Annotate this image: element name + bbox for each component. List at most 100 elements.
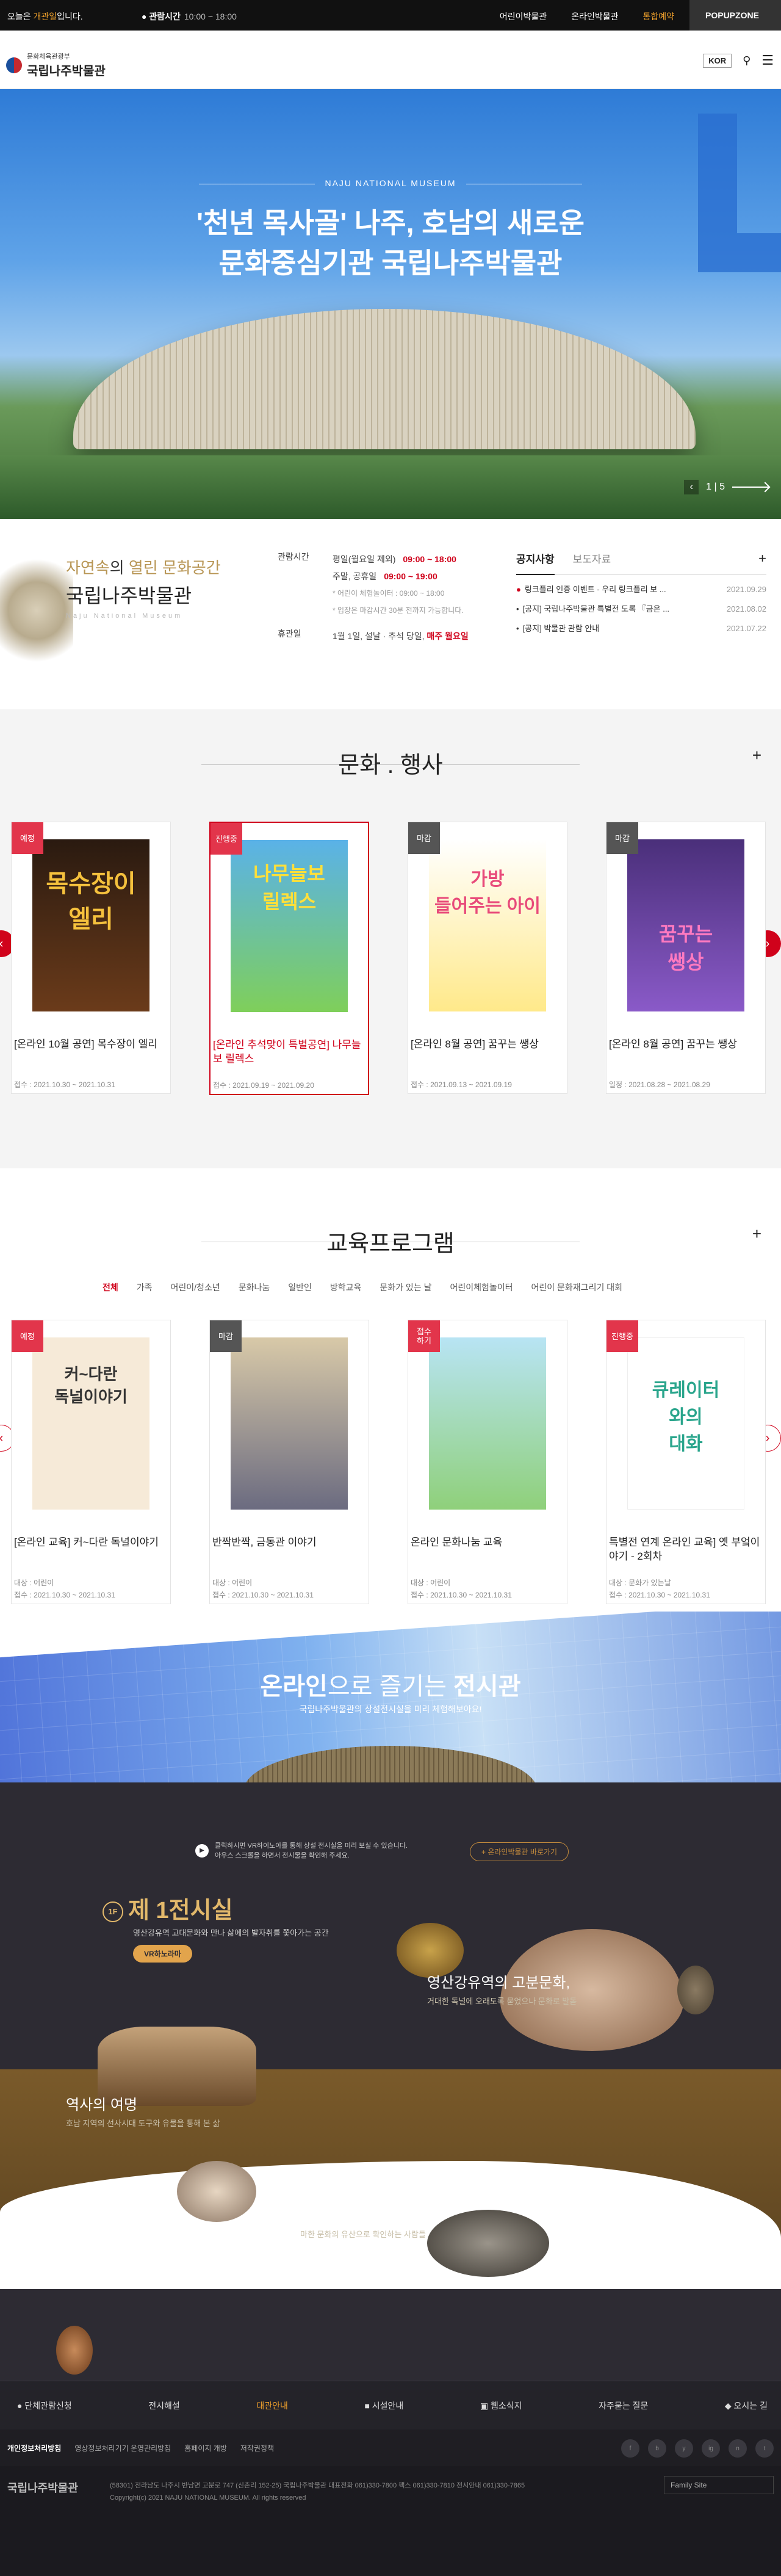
more-plus-icon[interactable]: + xyxy=(758,551,766,574)
category-tab[interactable]: 어린이체험놀이터 xyxy=(450,1281,513,1293)
popupzone-button[interactable]: POPUPZONE xyxy=(689,0,781,31)
link-online-museum[interactable]: 온라인박물관 xyxy=(571,10,618,23)
more-plus-icon[interactable]: + xyxy=(752,746,761,765)
hall-subtitle: 영산강유역 고대문화와 만나 삶에의 발자취를 쫓아가는 공간 xyxy=(133,1928,329,1937)
top-bar: 오늘은 개관일입니다. ● 관람시간 10:00 ~ 18:00 어린이박물관 온… xyxy=(0,0,781,31)
category-tab[interactable]: 방학교육 xyxy=(330,1281,362,1293)
site-logo[interactable]: 문화체육관광부 국립나주박물관 xyxy=(6,51,106,79)
site-header: 문화체육관광부 국립나주박물관 KOR ⚲ ☰ xyxy=(0,31,781,89)
notice-item[interactable]: • [공지] 박물관 관람 안내 2021.07.22 xyxy=(516,619,766,639)
next-slide-arrow-icon[interactable] xyxy=(732,487,769,488)
notice-board: 공지사항 보도자료 + ● 링크플리 인증 이벤트 - 우리 링크플리 보 ...… xyxy=(516,551,766,639)
gold-crown-image xyxy=(0,549,73,671)
notice-item[interactable]: ● 링크플리 인증 이벤트 - 우리 링크플리 보 ... 2021.09.29 xyxy=(516,580,766,599)
culture-events-section: 문화 . 행사 + ‹ › 목수장이 엘리 예정 [온라인 10월 공연] 목수… xyxy=(0,709,781,1168)
link-reservation[interactable]: 통합예약 xyxy=(642,10,674,23)
pottery-artifact[interactable] xyxy=(677,1966,714,2014)
event-card[interactable]: 목수장이 엘리 예정 [온라인 10월 공연] 목수장이 엘리 접수 : 202… xyxy=(11,822,171,1094)
category-tab[interactable]: 가족 xyxy=(137,1281,153,1293)
status-badge: 마감 xyxy=(210,1320,242,1352)
quick-link-newsletter[interactable]: ▣ 웹소식지 xyxy=(480,2400,522,2412)
online-subtitle: 국립나주박물관의 상설전시실을 미리 체험해보아요! xyxy=(299,1704,482,1714)
footer-logo: 국립나주박물관 xyxy=(7,2482,78,2494)
education-section: 교육프로그램 + 전체 가족 어린이/청소년 문화나눔 일반인 방학교육 문화가… xyxy=(0,1168,781,1632)
category-tab[interactable]: 일반인 xyxy=(288,1281,312,1293)
notice-item[interactable]: • [공지] 국립나주박물관 특별전 도록 『금은 ... 2021.08.02 xyxy=(516,599,766,619)
category-filter: 전체 가족 어린이/청소년 문화나눔 일반인 방학교육 문화가 있는 날 어린이… xyxy=(103,1281,622,1293)
gray-pots-artifact[interactable] xyxy=(427,2210,549,2277)
event-title: [온라인 10월 공연] 목수장이 엘리 xyxy=(14,1038,157,1050)
today-status: 오늘은 개관일입니다. xyxy=(7,12,83,21)
naver-icon[interactable]: n xyxy=(729,2439,747,2458)
online-museum-button[interactable]: + 온라인박물관 바로가기 xyxy=(470,1842,569,1861)
online-exhibition-banner[interactable]: 온라인으로 즐기는 전시관 국립나주박물관의 상설전시실을 미리 체험해보아요! xyxy=(0,1612,781,1807)
gold-crown-artifact[interactable] xyxy=(397,1923,464,1978)
program-title: 온라인 문화나눔 교육 xyxy=(411,1536,503,1548)
exhibit-label[interactable]: 역사의 여명 호남 지역의 선사시대 도구와 유물을 통해 본 삶 xyxy=(66,2093,220,2130)
slogan: 자연속의 열린 문화공간 국립나주박물관 Naju National Museu… xyxy=(66,559,221,620)
program-title: [온라인 교육] 커~다란 독널이야기 xyxy=(14,1536,159,1548)
prev-slide-button[interactable]: ‹ xyxy=(684,480,699,494)
status-badge: 진행중 xyxy=(211,823,242,855)
tab-press[interactable]: 보도자료 xyxy=(573,551,611,574)
tab-notice[interactable]: 공지사항 xyxy=(516,551,555,575)
vr-guide: ▶ 클릭하시면 VR하이노아를 통해 상설 전시실을 미리 보실 수 있습니다.… xyxy=(195,1841,408,1861)
program-card[interactable]: 마감 반짝반짝, 금동관 이야기 대상 : 어린이 접수 : 2021.10.30… xyxy=(209,1320,369,1604)
category-tab[interactable]: 문화나눔 xyxy=(239,1281,270,1293)
opening-hours: ● 관람시간 10:00 ~ 18:00 xyxy=(142,12,237,21)
event-meta: 일정 : 2021.08.28 ~ 2021.08.29 xyxy=(609,1080,710,1089)
vr-panorama-button[interactable]: VR하노라마 xyxy=(133,1945,192,1963)
event-card[interactable]: 꿈꾸는 쌩상 마감 [온라인 8월 공연] 꿈꾸는 쌩상 일정 : 2021.0… xyxy=(606,822,766,1094)
category-tab[interactable]: 문화가 있는 날 xyxy=(380,1281,431,1293)
open-homepage-link[interactable]: 홈페이지 개방 xyxy=(184,2443,227,2453)
quick-link-directions[interactable]: ◆ 오시는 길 xyxy=(725,2400,768,2412)
status-badge: 마감 xyxy=(408,822,440,854)
hero-eng-title: NAJU NATIONAL MUSEUM xyxy=(0,178,781,188)
category-tab[interactable]: 어린이 문화재그리기 대회 xyxy=(531,1281,622,1293)
facebook-icon[interactable]: f xyxy=(621,2439,639,2458)
building-icon: ■ xyxy=(364,2401,372,2411)
event-poster: 꿈꾸는 쌩상 xyxy=(627,839,744,1011)
family-site-select[interactable]: Family Site xyxy=(664,2476,774,2494)
museum-info-section: 자연속의 열린 문화공간 국립나주박물관 Naju National Museu… xyxy=(0,519,781,709)
event-card[interactable]: 나무늘보 릴렉스 진행중 [온라인 추석맞이 특별공연] 나무늘보 릴렉스 접수… xyxy=(209,822,369,1095)
quick-link-faq[interactable]: 자주묻는 질문 xyxy=(599,2400,648,2412)
cctv-policy-link[interactable]: 영상정보처리기기 운영관리방침 xyxy=(74,2443,171,2453)
blog-icon[interactable]: b xyxy=(648,2439,666,2458)
program-card[interactable]: 큐레이터 와의 대화 진행중 특별전 연계 온라인 교육] 옛 부엌이야기 - … xyxy=(606,1320,766,1604)
twitter-icon[interactable]: t xyxy=(755,2439,774,2458)
event-meta: 접수 : 2021.09.19 ~ 2021.09.20 xyxy=(213,1081,314,1090)
earthen-jar-artifact[interactable] xyxy=(56,2326,93,2375)
copyright-policy-link[interactable]: 저작권정책 xyxy=(240,2443,274,2453)
online-title: 온라인으로 즐기는 전시관 xyxy=(260,1673,521,1700)
play-icon[interactable]: ▶ xyxy=(195,1844,209,1858)
quick-link-facilities[interactable]: ■ 시설안내 xyxy=(364,2400,403,2412)
lawn-image xyxy=(0,455,781,519)
exhibit-label[interactable]: 영산강유역의 고분문화, 거대한 독널에 오래도록 묻었으나 문화로 발돋 xyxy=(427,1970,577,2008)
museum-building-image xyxy=(73,309,696,449)
category-tab[interactable]: 전체 xyxy=(103,1281,118,1293)
youtube-icon[interactable]: y xyxy=(675,2439,693,2458)
instagram-icon[interactable]: ig xyxy=(702,2439,720,2458)
event-card[interactable]: 가방 들어주는 아이 마감 [온라인 8월 공연] 꿈꾸는 쌩상 접수 : 20… xyxy=(408,822,567,1094)
site-footer: 국립나주박물관 (58301) 전라남도 나주시 반남면 고분로 747 (신촌… xyxy=(0,2466,781,2576)
quick-link-rental[interactable]: 대관안내 xyxy=(256,2400,288,2412)
link-kids-museum[interactable]: 어린이박물관 xyxy=(500,10,547,23)
program-card[interactable]: 커~다란 독널이야기 예정 [온라인 교육] 커~다란 독널이야기 대상 : 어… xyxy=(11,1320,171,1604)
language-select[interactable]: KOR xyxy=(703,53,732,68)
search-icon[interactable]: ⚲ xyxy=(743,54,750,67)
footer-quick-nav: ● 단체관람신청 전시해설 대관안내 ■ 시설안내 ▣ 웹소식지 자주묻는 질문… xyxy=(0,2381,781,2429)
exhibit-label[interactable]: 삼한의 중심, 마한 마한 문화의 유산으로 확인하는 사람들 xyxy=(300,2204,426,2241)
footer-address: (58301) 전라남도 나주시 반남면 고분로 747 (신촌리 152-25… xyxy=(110,2482,525,2502)
category-tab[interactable]: 어린이/청소년 xyxy=(171,1281,220,1293)
menu-icon[interactable]: ☰ xyxy=(761,52,774,68)
section-title: 문화 . 행사 xyxy=(338,753,443,778)
clock-icon: ● xyxy=(142,12,149,21)
more-plus-icon[interactable]: + xyxy=(752,1225,761,1243)
event-poster: 목수장이 엘리 xyxy=(32,839,149,1011)
program-card[interactable]: 접수 하기 온라인 문화나눔 교육 대상 : 어린이 접수 : 2021.10.3… xyxy=(408,1320,567,1604)
quick-link-guide[interactable]: 전시해설 xyxy=(148,2400,180,2412)
privacy-policy-link[interactable]: 개인정보처리방침 xyxy=(7,2443,61,2453)
quick-link-group-visit[interactable]: ● 단체관람신청 xyxy=(17,2400,72,2412)
clay-vessel-artifact[interactable] xyxy=(177,2161,256,2222)
